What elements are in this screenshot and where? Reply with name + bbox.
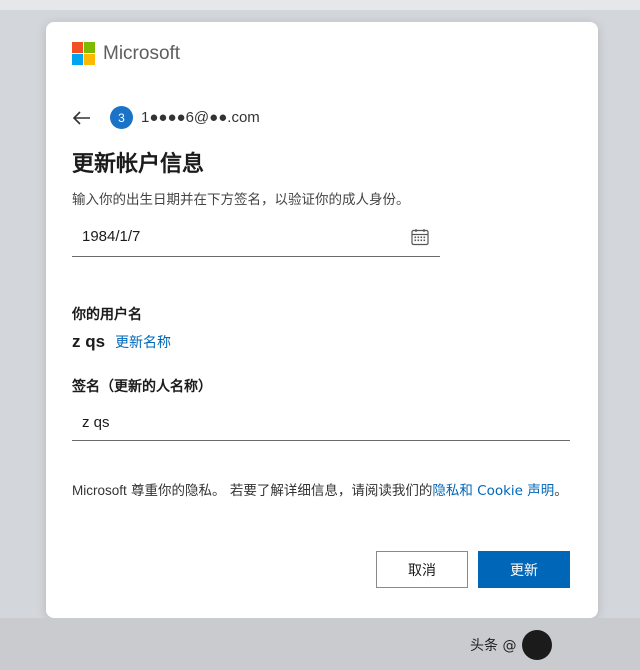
signature-input[interactable] [82,414,482,431]
desktop-background-top [0,0,640,10]
birthdate-field [72,218,440,257]
avatar: 3 [110,106,133,129]
instruction-text: 输入你的出生日期并在下方签名，以验证你的成人身份。 [72,192,410,208]
account-email: 1●●●●6@●●.com [141,109,260,126]
dialog-card: Microsoft 3 1●●●●6@●●.com 更新帐户信息 输入你的出生日… [46,22,598,618]
back-arrow-icon[interactable] [70,106,94,130]
watermark-text: 头条 @ [470,638,517,654]
privacy-prefix: Microsoft [72,483,127,498]
birthdate-input[interactable] [82,228,382,245]
privacy-notice: Microsoft 尊重你的隐私。 若要了解详细信息，请阅读我们的隐私和 Coo… [72,480,572,502]
update-name-link[interactable]: 更新名称 [115,332,171,352]
privacy-link[interactable]: 隐私和 Cookie 声明 [432,483,554,499]
privacy-text: 尊重你的隐私。 若要了解详细信息，请阅读我们的 [126,483,433,499]
privacy-suffix: 。 [554,483,568,499]
microsoft-logo-icon [72,42,95,65]
watermark: 头条 @ [470,630,558,660]
update-button[interactable]: 更新 [478,551,570,588]
signature-label: 签名（更新的人名称） [72,379,212,395]
watermark-logo-icon [522,630,553,660]
brand-name: Microsoft [103,42,181,64]
microsoft-logo: Microsoft [72,42,180,65]
cancel-button[interactable]: 取消 [376,551,468,588]
page-title: 更新帐户信息 [72,152,205,177]
account-identity: 3 1●●●●6@●●.com [110,106,260,129]
username-value: z qs [72,332,106,351]
username-label: 你的用户名 [72,307,142,323]
signature-field [72,404,570,441]
username-row: z qs 更新名称 [72,332,171,352]
calendar-icon[interactable] [410,227,430,247]
